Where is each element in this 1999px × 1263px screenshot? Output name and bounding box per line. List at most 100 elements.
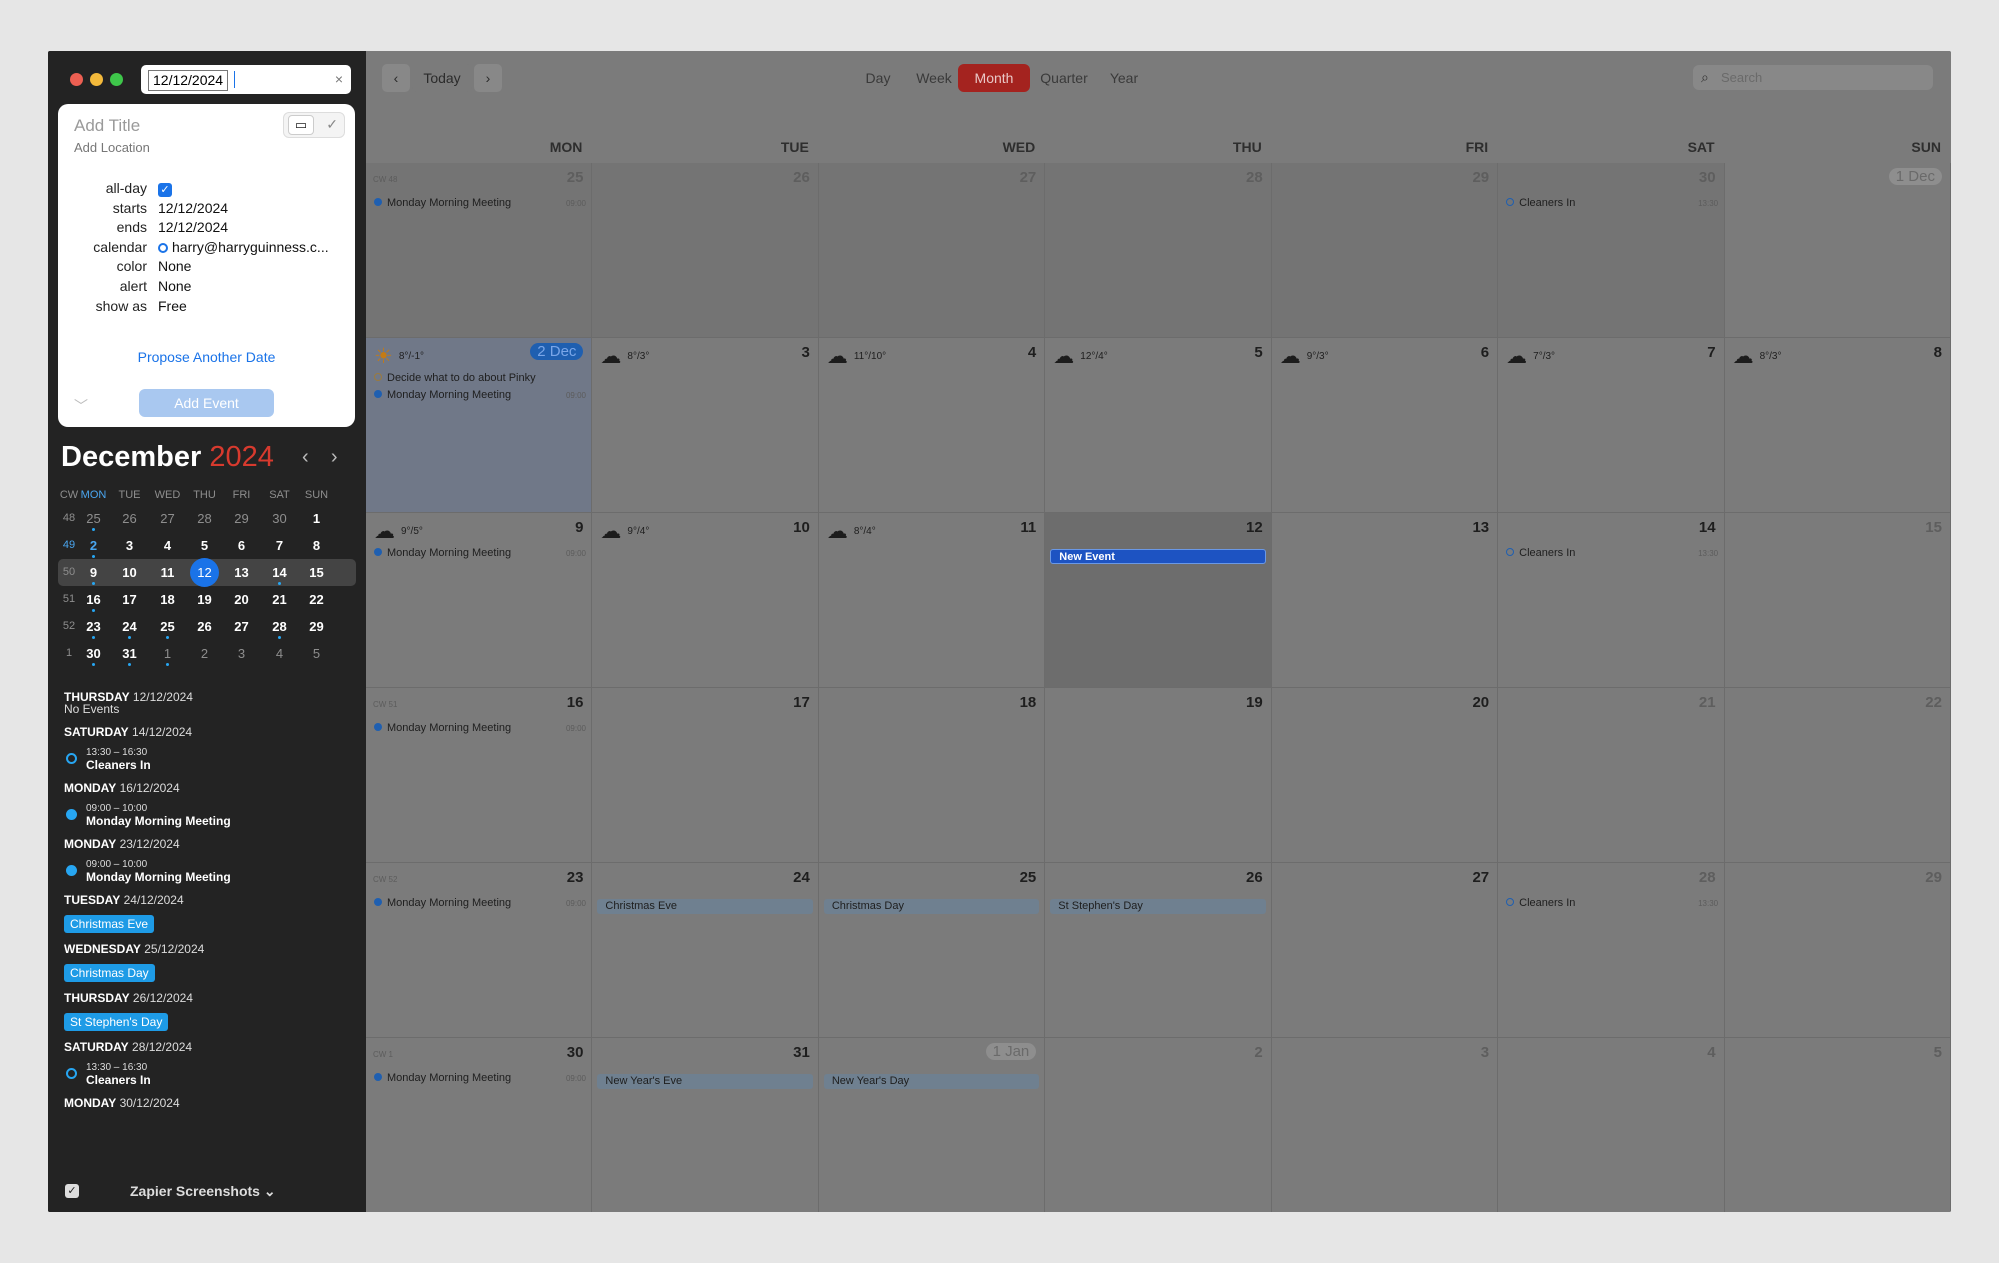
mini-day[interactable]: 16 — [75, 586, 112, 613]
day-cell[interactable]: 31 New Year's Eve — [592, 1038, 819, 1212]
all-day-checkbox[interactable]: ✓ — [158, 183, 172, 197]
day-cell[interactable]: 15 — [1724, 513, 1951, 688]
mini-day[interactable]: 7 — [261, 532, 298, 559]
calendar-event[interactable]: Cleaners In 13:30 — [1506, 897, 1718, 909]
field-value[interactable]: Free — [158, 298, 187, 314]
add-event-button[interactable]: Add Event — [139, 389, 274, 417]
location-input[interactable]: Add Location — [74, 140, 150, 155]
next-month-button[interactable]: › — [474, 64, 502, 92]
view-tab-week[interactable]: Week — [906, 64, 962, 92]
agenda-all-day-event[interactable]: Christmas Day — [64, 964, 155, 982]
all-day-event-bar[interactable]: New Year's Day — [823, 1074, 1040, 1089]
day-cell[interactable]: 5 ☁ 12°/4° — [1045, 338, 1272, 513]
mini-day[interactable]: 14 — [261, 559, 298, 586]
day-cell[interactable]: 17 — [592, 688, 819, 863]
all-day-event-bar[interactable]: Christmas Day — [823, 899, 1040, 914]
close-window-button[interactable] — [70, 73, 83, 86]
mini-day[interactable]: 21 — [261, 586, 298, 613]
field-value[interactable]: None — [158, 278, 191, 294]
agenda-event[interactable]: 09:00 – 10:00 Monday Morning Meeting — [64, 859, 354, 884]
zoom-window-button[interactable] — [110, 73, 123, 86]
calendar-event[interactable]: Cleaners In 13:30 — [1506, 547, 1718, 559]
day-cell[interactable]: 26 St Stephen's Day — [1045, 863, 1272, 1038]
field-value[interactable]: 12/12/2024 — [158, 200, 228, 216]
mini-today[interactable]: 12 — [190, 558, 219, 587]
mini-day[interactable]: 22 — [298, 586, 335, 613]
day-cell[interactable]: 2 — [1045, 1038, 1272, 1212]
mini-day[interactable]: 5 — [298, 640, 335, 667]
day-cell[interactable]: 22 — [1724, 688, 1951, 863]
mini-day[interactable]: 20 — [223, 586, 260, 613]
mini-day[interactable]: 9 — [75, 559, 112, 586]
mini-day[interactable]: 31 — [111, 640, 148, 667]
mini-day[interactable]: 12 — [186, 558, 223, 587]
mini-day[interactable]: 26 — [111, 505, 148, 532]
title-input[interactable]: Add Title — [74, 116, 140, 136]
mini-day[interactable]: 28 — [186, 505, 223, 532]
calendar-event[interactable]: Decide what to do about Pinky — [374, 372, 586, 384]
calendar-event[interactable]: Cleaners In 13:30 — [1506, 197, 1718, 209]
search-input[interactable]: ⌕ Search — [1693, 65, 1933, 90]
mini-day[interactable]: 25 — [75, 505, 112, 532]
new-event-bar[interactable]: New Event — [1050, 549, 1266, 564]
mini-day[interactable]: 25 — [149, 613, 186, 640]
day-cell[interactable]: 4 ☁ 11°/10° — [818, 338, 1046, 513]
view-tab-month[interactable]: Month — [958, 64, 1030, 92]
day-cell[interactable]: 24 Christmas Eve — [592, 863, 819, 1038]
all-day-event-bar[interactable]: Christmas Eve — [597, 899, 813, 914]
day-cell[interactable]: 16 CW 51 Monday Morning Meeting 09:00 — [366, 688, 593, 863]
mini-day[interactable]: 29 — [223, 505, 260, 532]
mini-day[interactable]: 28 — [261, 613, 298, 640]
date-input[interactable]: 12/12/2024 × — [141, 65, 351, 94]
day-cell[interactable]: 25 Christmas Day — [818, 863, 1046, 1038]
day-cell[interactable]: 28 Cleaners In 13:30 — [1498, 863, 1725, 1038]
mini-day[interactable]: 13 — [223, 559, 260, 586]
mini-day[interactable]: 30 — [261, 505, 298, 532]
day-cell[interactable]: 9 ☁ 9°/5° Monday Morning Meeting 09:00 — [366, 513, 593, 688]
day-cell[interactable]: 27 — [818, 163, 1046, 338]
mini-day[interactable]: 15 — [298, 559, 335, 586]
day-cell[interactable]: 3 — [1272, 1038, 1499, 1212]
mini-day[interactable]: 4 — [149, 532, 186, 559]
day-cell[interactable]: 28 — [1045, 163, 1272, 338]
day-cell[interactable]: 1 Dec — [1724, 163, 1951, 338]
day-cell[interactable]: 26 — [592, 163, 819, 338]
calendar-event[interactable]: Monday Morning Meeting 09:00 — [374, 389, 586, 401]
mini-day[interactable]: 26 — [186, 613, 223, 640]
checkmark-icon[interactable]: ✓ — [326, 116, 338, 133]
view-tab-day[interactable]: Day — [856, 64, 900, 92]
calendar-event[interactable]: Monday Morning Meeting 09:00 — [374, 197, 586, 209]
field-value[interactable]: 12/12/2024 — [158, 219, 228, 235]
chevron-down-icon[interactable]: ﹀ — [74, 396, 88, 416]
day-cell[interactable]: 23 CW 52 Monday Morning Meeting 09:00 — [366, 863, 593, 1038]
calendar-event[interactable]: Monday Morning Meeting 09:00 — [374, 547, 586, 559]
minimize-window-button[interactable] — [90, 73, 103, 86]
day-cell[interactable]: 13 — [1271, 513, 1499, 688]
all-day-event-bar[interactable]: New Year's Eve — [597, 1074, 813, 1089]
day-cell[interactable]: 8 ☁ 8°/3° — [1724, 338, 1951, 513]
calendar-event[interactable]: Monday Morning Meeting 09:00 — [374, 722, 586, 734]
mini-day[interactable]: 27 — [223, 613, 260, 640]
day-cell[interactable]: 5 — [1725, 1038, 1951, 1212]
day-cell[interactable]: 12 New Event — [1045, 513, 1272, 688]
mini-day[interactable]: 11 — [149, 559, 186, 586]
mini-day[interactable]: 2 — [186, 640, 223, 667]
field-value[interactable]: harry@harryguinness.c... — [158, 239, 329, 255]
calendar-icon[interactable]: ▭ — [288, 115, 314, 135]
chevron-left-icon[interactable]: ‹ — [302, 446, 309, 468]
mini-day[interactable]: 4 — [261, 640, 298, 667]
mini-day[interactable]: 18 — [149, 586, 186, 613]
day-cell[interactable]: 6 ☁ 9°/3° — [1271, 338, 1499, 513]
day-cell[interactable]: 3 ☁ 8°/3° — [592, 338, 819, 513]
day-cell[interactable]: 11 ☁ 8°/4° — [818, 513, 1046, 688]
day-cell[interactable]: 20 — [1271, 688, 1499, 863]
agenda-all-day-event[interactable]: Christmas Eve — [64, 915, 155, 933]
day-cell[interactable]: 1 Jan New Year's Day — [819, 1038, 1046, 1212]
calendar-set-checkbox[interactable]: ✓ — [65, 1184, 79, 1198]
chevron-right-icon[interactable]: › — [331, 446, 338, 468]
calendar-event[interactable]: Monday Morning Meeting 09:00 — [374, 1072, 586, 1084]
mini-day[interactable]: 3 — [111, 532, 148, 559]
today-button[interactable]: Today — [412, 64, 472, 92]
mini-day[interactable]: 29 — [298, 613, 335, 640]
all-day-event-bar[interactable]: St Stephen's Day — [1050, 899, 1266, 914]
